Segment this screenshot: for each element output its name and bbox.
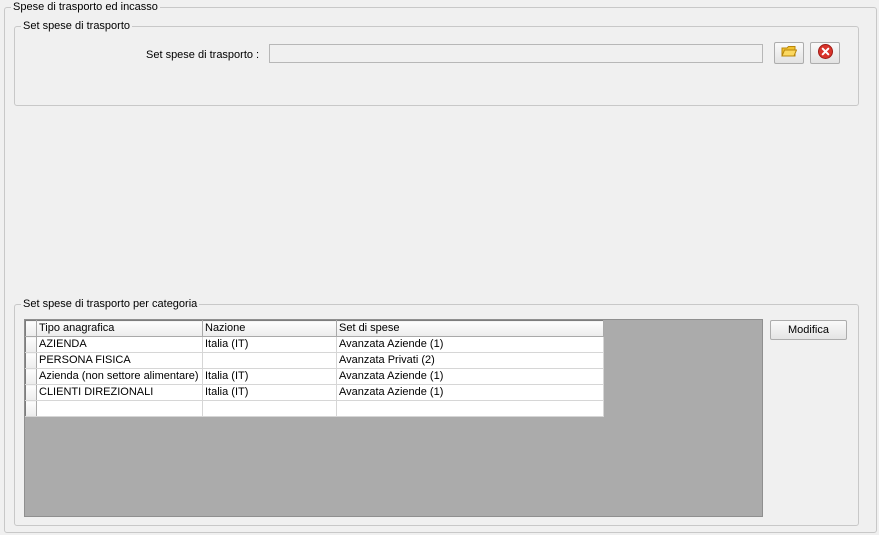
cell-tipo-anagrafica[interactable]: Azienda (non settore alimentare) <box>36 368 203 385</box>
cell-nazione[interactable]: Italia (IT) <box>202 368 337 385</box>
modifica-button[interactable]: Modifica <box>770 320 847 340</box>
folder-open-icon <box>781 45 798 61</box>
cell-tipo-anagrafica[interactable]: AZIENDA <box>36 336 203 353</box>
shipping-set-field-label: Set spese di trasporto : <box>146 49 260 61</box>
cell-nazione[interactable]: Italia (IT) <box>202 384 337 401</box>
column-header-tipo-anagrafica[interactable]: Tipo anagrafica <box>36 320 203 337</box>
column-header-nazione[interactable]: Nazione <box>202 320 337 337</box>
cell-set-di-spese[interactable] <box>336 400 604 417</box>
shipping-set-input[interactable] <box>269 44 763 63</box>
cell-tipo-anagrafica[interactable] <box>36 400 203 417</box>
column-header-set-di-spese[interactable]: Set di spese <box>336 320 604 337</box>
row-header[interactable] <box>25 384 37 401</box>
cell-set-di-spese[interactable]: Avanzata Aziende (1) <box>336 384 604 401</box>
shipping-set-group-title: Set spese di trasporto <box>21 19 133 33</box>
clear-shipping-set-button[interactable] <box>810 42 840 64</box>
category-table: Tipo anagrafica Nazione Set di spese AZI… <box>25 320 604 417</box>
red-x-icon <box>817 44 833 62</box>
new-row[interactable] <box>25 400 604 417</box>
table-header-row: Tipo anagrafica Nazione Set di spese <box>25 320 604 337</box>
open-shipping-set-button[interactable] <box>774 42 804 64</box>
cell-set-di-spese[interactable]: Avanzata Aziende (1) <box>336 368 604 385</box>
cell-nazione[interactable] <box>202 400 337 417</box>
cell-set-di-spese[interactable]: Avanzata Privati (2) <box>336 352 604 369</box>
row-header-corner <box>25 320 37 337</box>
cell-tipo-anagrafica[interactable]: CLIENTI DIREZIONALI <box>36 384 203 401</box>
table-row[interactable]: Azienda (non settore alimentare) Italia … <box>25 368 604 385</box>
table-row[interactable]: AZIENDA Italia (IT) Avanzata Aziende (1) <box>25 336 604 353</box>
row-header[interactable] <box>25 352 37 369</box>
category-grid[interactable]: Tipo anagrafica Nazione Set di spese AZI… <box>24 319 763 517</box>
table-row[interactable]: CLIENTI DIREZIONALI Italia (IT) Avanzata… <box>25 384 604 401</box>
cell-tipo-anagrafica[interactable]: PERSONA FISICA <box>36 352 203 369</box>
category-shipping-group-title: Set spese di trasporto per categoria <box>21 297 200 311</box>
cell-set-di-spese[interactable]: Avanzata Aziende (1) <box>336 336 604 353</box>
row-header[interactable] <box>25 368 37 385</box>
row-header[interactable] <box>25 336 37 353</box>
cell-nazione[interactable]: Italia (IT) <box>202 336 337 353</box>
table-row[interactable]: PERSONA FISICA Avanzata Privati (2) <box>25 352 604 369</box>
shipping-set-group: Set spese di trasporto <box>14 19 859 106</box>
transport-costs-group-title: Spese di trasporto ed incasso <box>11 0 160 14</box>
row-header[interactable] <box>25 400 37 417</box>
cell-nazione[interactable] <box>202 352 337 369</box>
